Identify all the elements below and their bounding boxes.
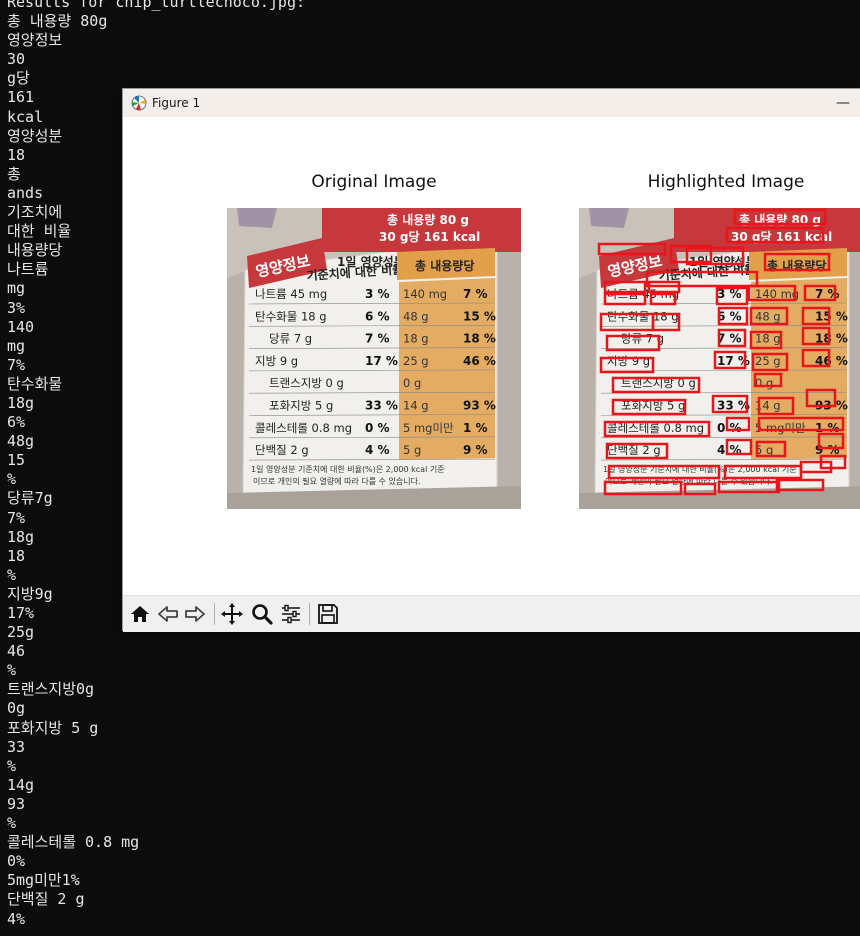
label-col2: 총 내용량당	[415, 258, 474, 273]
right-axes-title: Highlighted Image	[647, 172, 805, 192]
row-pct: 17 %	[365, 354, 398, 368]
terminal-line: 단백질 2 g	[7, 890, 85, 909]
row-amount-pct: 9 %	[463, 443, 488, 457]
row-name: 지방 9 g	[607, 354, 650, 368]
row-amount: 25 g	[403, 354, 429, 368]
configure-subplots-icon[interactable]	[279, 602, 303, 626]
row-name: 당류 7 g	[621, 332, 664, 346]
matplotlib-icon	[131, 95, 147, 111]
terminal-line: Results for chip_turtlechoco.jpg:	[7, 0, 306, 11]
row-amount: 14 g	[403, 399, 429, 413]
row-amount-pct: 93 %	[463, 399, 496, 413]
row-name: 콜레스테롤 0.8 mg	[255, 421, 352, 435]
row-amount: 140 mg	[403, 287, 447, 301]
row-amount: 18 g	[755, 332, 781, 346]
row-pct: 6 %	[717, 309, 742, 323]
terminal-line: g당	[7, 69, 30, 88]
terminal-line: 콜레스테롤 0.8 mg	[7, 833, 140, 852]
minimize-button[interactable]: —	[831, 93, 855, 113]
figure-window: Figure 1 — Original Image Highlighted Im…	[122, 88, 860, 632]
label-serving: 30 g당 161 kcal	[379, 229, 480, 244]
toolbar-separator	[309, 603, 310, 625]
row-amount: 25 g	[755, 354, 781, 368]
terminal-line: 5mg미만1%	[7, 871, 80, 890]
terminal-line: 트랜스지방0g	[7, 680, 95, 699]
terminal-line: %	[7, 756, 17, 775]
row-name: 지방 9 g	[255, 354, 298, 368]
row-pct: 7 %	[365, 332, 390, 346]
row-name: 탄수화물 18 g	[607, 309, 679, 323]
row-amount: 18 g	[403, 332, 429, 346]
row-name: 트랜스지방 0 g	[269, 376, 344, 390]
label-footer2: 이므로 개인의 필요 열량에 따라 다를 수 있습니다.	[253, 476, 421, 486]
original-image: 영양정보 총 내용량 80 g 30 g당 161 kcal 1일 영양성분 기준치에 …	[227, 208, 521, 509]
terminal-line: 포화지방 5 g	[7, 718, 99, 737]
terminal-line: 영양정보	[7, 31, 63, 50]
row-amount-pct: 7 %	[463, 287, 488, 301]
row-pct: 33 %	[717, 399, 750, 413]
pan-icon[interactable]	[220, 602, 244, 626]
terminal-line: 0g	[7, 699, 26, 718]
row-name: 포화지방 5 g	[269, 399, 333, 413]
figure-canvas[interactable]: Original Image Highlighted Image 영양정보 총 내…	[123, 117, 860, 595]
terminal-line: 14g	[7, 775, 35, 794]
terminal-line: 46	[7, 642, 26, 661]
left-axes-title: Original Image	[311, 172, 437, 192]
row-amount: 5 mg미만	[403, 421, 454, 435]
row-pct: 0 %	[365, 421, 390, 435]
terminal-line: 33	[7, 737, 26, 756]
forward-icon[interactable]	[183, 602, 207, 626]
row-amount-pct: 1 %	[463, 421, 488, 435]
home-icon[interactable]	[128, 602, 152, 626]
terminal-line: %	[7, 661, 17, 680]
row-pct: 7 %	[717, 332, 742, 346]
row-name: 나트륨 45 mg	[255, 287, 327, 301]
terminal-line: 총 내용량 80g	[7, 12, 108, 31]
terminal-line: 4%	[7, 909, 26, 928]
row-amount: 0 g	[403, 376, 421, 390]
navigation-toolbar	[123, 595, 860, 632]
row-amount: 5 g	[403, 443, 421, 457]
row-name: 탄수화물 18 g	[255, 309, 327, 323]
back-icon[interactable]	[156, 602, 180, 626]
window-title: Figure 1	[152, 96, 201, 110]
row-amount-pct: 18 %	[463, 332, 496, 346]
row-amount-pct: 46 %	[463, 354, 496, 368]
row-pct: 6 %	[365, 309, 390, 323]
row-amount-pct: 15 %	[815, 309, 848, 323]
terminal-line: 30	[7, 50, 26, 69]
terminal-line: 0%	[7, 852, 26, 871]
row-amount-pct: 15 %	[463, 309, 496, 323]
row-pct: 3 %	[365, 287, 390, 301]
row-amount: 0 g	[755, 376, 773, 390]
row-amount-pct: 1 %	[815, 421, 840, 435]
row-name: 단백질 2 g	[255, 443, 309, 457]
label-total: 총 내용량 80 g	[387, 212, 469, 227]
terminal-line: %	[7, 814, 17, 833]
row-pct: 0 %	[717, 421, 742, 435]
toolbar-separator	[214, 603, 215, 625]
save-icon[interactable]	[316, 602, 340, 626]
terminal-line: 93	[7, 794, 26, 813]
highlighted-image: 영양정보 총 내용량 80 g 30 g당 161 kcal 1일 영양성분 기준치에 …	[579, 208, 860, 509]
row-amount: 5 mg미만	[755, 421, 806, 435]
label-footer1: 1일 영양성분 기준치에 대한 비율(%)은 2,000 kcal 기준	[251, 464, 445, 474]
row-pct: 4 %	[365, 443, 390, 457]
zoom-icon[interactable]	[250, 602, 274, 626]
row-amount: 48 g	[403, 309, 429, 323]
title-bar[interactable]: Figure 1 —	[123, 89, 860, 117]
row-pct: 33 %	[365, 399, 398, 413]
row-name: 당류 7 g	[269, 332, 312, 346]
row-amount: 48 g	[755, 309, 781, 323]
